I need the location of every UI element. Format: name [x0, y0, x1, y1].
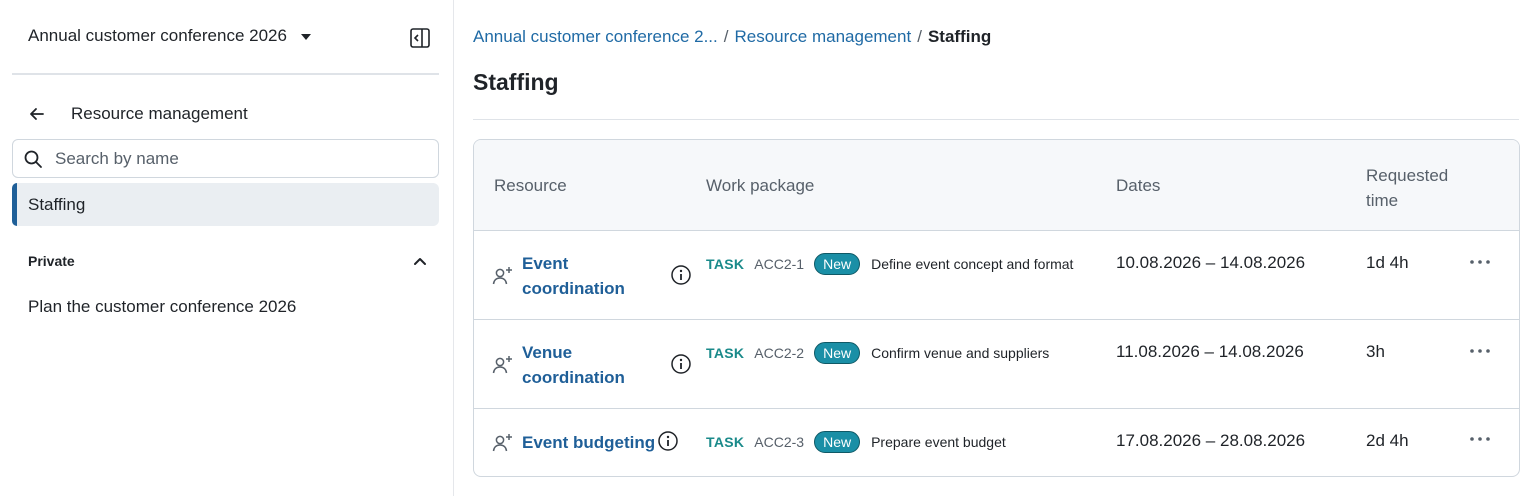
more-horizontal-icon[interactable]	[1468, 257, 1492, 267]
column-header-work-package[interactable]: Work package	[706, 176, 814, 196]
breadcrumb-separator: /	[917, 27, 922, 46]
wp-id[interactable]: ACC2-1	[754, 256, 804, 272]
wp-type[interactable]: TASK	[706, 434, 744, 450]
more-horizontal-icon[interactable]	[1468, 434, 1492, 444]
info-icon[interactable]	[670, 264, 692, 286]
info-icon[interactable]	[670, 353, 692, 375]
breadcrumb: Annual customer conference 2... / Resour…	[473, 27, 991, 47]
user-plus-icon	[492, 356, 512, 374]
wp-type[interactable]: TASK	[706, 256, 744, 272]
search-icon	[24, 150, 42, 168]
project-name: Annual customer conference 2026	[28, 26, 287, 45]
sidebar-divider	[12, 73, 439, 75]
sidebar-item-label: Staffing	[28, 194, 86, 214]
breadcrumb-project[interactable]: Annual customer conference 2...	[473, 27, 718, 47]
requested-time-cell: 3h	[1366, 342, 1385, 361]
resource-link[interactable]: Event coordination	[522, 251, 642, 301]
user-plus-icon	[492, 267, 512, 285]
main-content: Annual customer conference 2... / Resour…	[454, 0, 1537, 496]
dates-cell: 11.08.2026 – 14.08.2026	[1116, 342, 1304, 361]
dates-cell: 10.08.2026 – 14.08.2026	[1116, 253, 1306, 272]
staffing-table: Resource Work package Dates Requested ti…	[473, 139, 1520, 477]
search-input[interactable]	[53, 147, 413, 170]
resource-link[interactable]: Venue coordination	[522, 340, 642, 390]
requested-time-cell: 2d 4h	[1366, 431, 1409, 450]
breadcrumb-current: Staffing	[927, 27, 992, 46]
wp-type[interactable]: TASK	[706, 345, 744, 361]
page-title: Staffing	[473, 69, 559, 95]
work-package: TASK ACC2-3 New Prepare event budget	[706, 431, 1006, 453]
table-header: Resource Work package Dates Requested ti…	[474, 140, 1519, 231]
header-line: Requested	[1366, 166, 1449, 185]
work-package: TASK ACC2-2 New Confirm venue and suppli…	[706, 342, 1049, 364]
work-package: TASK ACC2-1 New Define event concept and…	[706, 253, 1073, 275]
wp-subject[interactable]: Confirm venue and suppliers	[871, 345, 1049, 361]
wp-subject[interactable]: Prepare event budget	[871, 434, 1006, 450]
wp-subject[interactable]: Define event concept and format	[871, 256, 1073, 272]
title-divider	[473, 119, 1519, 120]
wp-id[interactable]: ACC2-3	[754, 434, 804, 450]
app-root: Annual customer conference 2026 Resource…	[0, 0, 1537, 496]
arrow-left-icon[interactable]	[28, 105, 46, 123]
sidebar-collapse-icon[interactable]	[409, 27, 431, 49]
search-box[interactable]	[12, 139, 439, 178]
section-header-private[interactable]: Private	[28, 253, 428, 269]
chevron-up-icon[interactable]	[412, 253, 428, 269]
section-title: Private	[28, 253, 75, 269]
breadcrumb-separator: /	[723, 27, 729, 46]
wp-id[interactable]: ACC2-2	[754, 345, 804, 361]
column-header-resource[interactable]: Resource	[494, 176, 567, 196]
table-row: Event coordination TASK ACC2-1 New Defin…	[474, 231, 1519, 320]
column-header-requested-time[interactable]: Requested time	[1366, 163, 1456, 213]
table-row: Venue coordination TASK ACC2-2 New Confi…	[474, 320, 1519, 409]
info-icon[interactable]	[657, 430, 679, 452]
status-badge[interactable]: New	[814, 342, 861, 364]
more-horizontal-icon[interactable]	[1468, 346, 1492, 356]
sidebar: Annual customer conference 2026 Resource…	[0, 0, 454, 496]
caret-down-icon	[300, 34, 311, 40]
table-row: Event budgeting TASK ACC2-3 New Prepare …	[474, 409, 1519, 476]
sidebar-item-staffing[interactable]: Staffing	[12, 183, 439, 226]
sidebar-item-private-query[interactable]: Plan the customer conference 2026	[28, 297, 296, 317]
requested-time-cell: 1d 4h	[1366, 253, 1409, 272]
status-badge[interactable]: New	[814, 253, 861, 275]
column-header-dates[interactable]: Dates	[1116, 176, 1160, 196]
back-link[interactable]: Resource management	[28, 104, 248, 124]
project-switcher[interactable]: Annual customer conference 2026	[28, 26, 311, 46]
status-badge[interactable]: New	[814, 431, 861, 453]
user-plus-icon	[492, 434, 512, 452]
resource-link[interactable]: Event budgeting	[522, 430, 662, 455]
breadcrumb-parent[interactable]: Resource management	[734, 27, 911, 47]
back-label: Resource management	[71, 104, 248, 123]
header-line: time	[1366, 191, 1399, 210]
dates-cell: 17.08.2026 – 28.08.2026	[1116, 431, 1306, 450]
